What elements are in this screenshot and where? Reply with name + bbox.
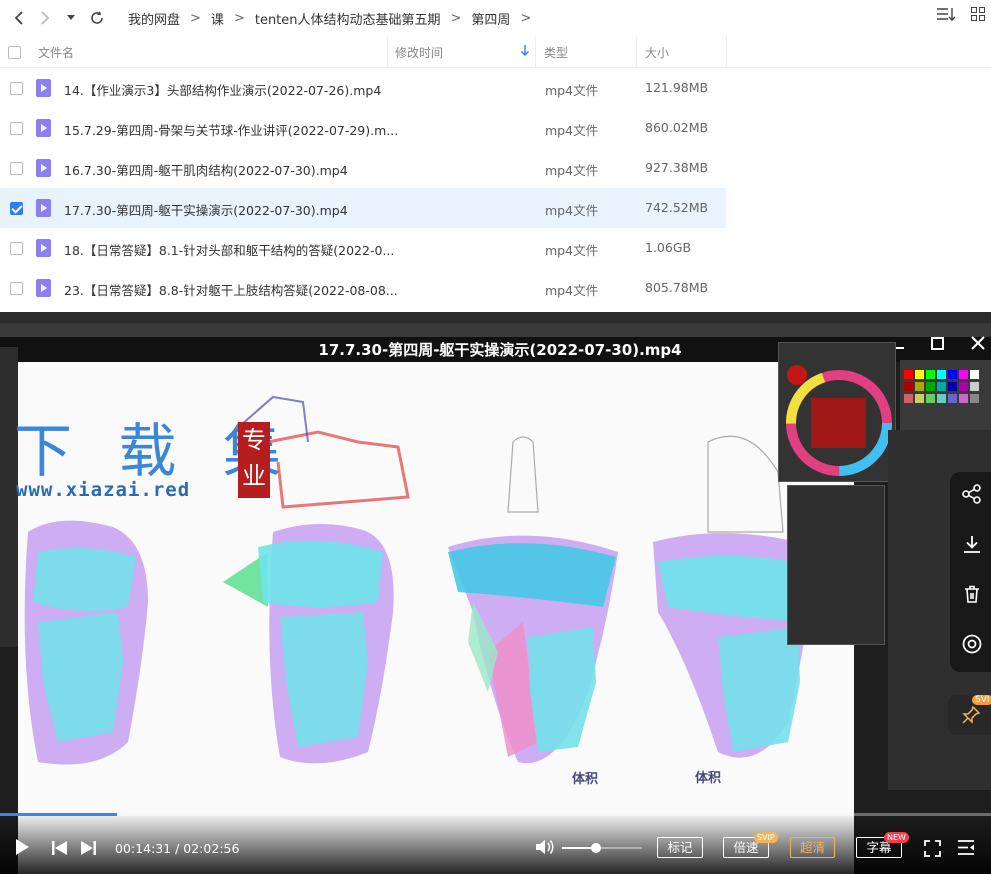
- file-list: 14.【作业演示3】头部结构作业演示(2022-07-26).mp4 mp4文件…: [0, 68, 726, 308]
- pin-icon: [962, 705, 981, 728]
- file-size: 1.06GB: [645, 240, 692, 255]
- file-type: mp4文件: [545, 203, 599, 218]
- file-name[interactable]: 15.7.29-第四周-骨架与关节球-作业讲评(2022-07-29).m...: [64, 120, 398, 139]
- video-frame-swatches: [900, 360, 991, 438]
- grid-view-icon[interactable]: [971, 7, 985, 25]
- previous-icon[interactable]: [52, 840, 68, 859]
- share-icon[interactable]: [962, 484, 982, 509]
- column-header-type[interactable]: 类型: [536, 36, 637, 68]
- svip-badge: SVIP: [754, 832, 778, 843]
- file-name[interactable]: 18.【日常答疑】8.1-针对头部和躯干结构的答疑(2022-0...: [64, 240, 394, 259]
- progress-bar[interactable]: [0, 813, 991, 816]
- file-list-header: 文件名 修改时间 类型 大小: [0, 36, 991, 68]
- file-size: 927.38MB: [645, 160, 709, 175]
- canvas-label: 体积: [572, 772, 599, 787]
- playlist-icon[interactable]: [957, 839, 975, 860]
- file-size: 742.52MB: [645, 200, 709, 215]
- file-row[interactable]: 23.【日常答疑】8.8-针对躯干上肢结构答疑(2022-08-08... mp…: [0, 268, 726, 308]
- target-icon[interactable]: [962, 634, 982, 659]
- file-row[interactable]: 15.7.29-第四周-骨架与关节球-作业讲评(2022-07-29).m...…: [0, 108, 726, 148]
- video-file-icon: [36, 279, 51, 297]
- column-header-size[interactable]: 大小: [637, 36, 727, 68]
- chevron-right-icon: >: [233, 10, 245, 26]
- chevron-right-icon: >: [450, 10, 462, 26]
- back-icon[interactable]: [6, 5, 32, 31]
- row-checkbox[interactable]: [10, 242, 23, 255]
- delete-icon[interactable]: [962, 584, 982, 609]
- file-size: 121.98MB: [645, 80, 709, 95]
- row-checkbox[interactable]: [10, 162, 23, 175]
- download-icon[interactable]: [962, 534, 982, 559]
- time-display: 00:14:31 / 02:02:56: [115, 841, 240, 856]
- file-size: 860.02MB: [645, 120, 709, 135]
- file-row[interactable]: 14.【作业演示3】头部结构作业演示(2022-07-26).mp4 mp4文件…: [0, 68, 726, 108]
- video-frame-color-wheel: [778, 342, 896, 482]
- sort-list-icon[interactable]: [937, 7, 956, 25]
- volume-slider[interactable]: [562, 843, 642, 853]
- select-all-checkbox[interactable]: [7, 45, 21, 59]
- file-type: mp4文件: [545, 163, 599, 178]
- video-file-icon: [36, 79, 51, 97]
- column-type-label: 类型: [544, 45, 569, 60]
- file-size: 805.78MB: [645, 280, 709, 295]
- video-frame-tool-presets: [787, 485, 885, 645]
- video-player[interactable]: 17.7.30-第四周-躯干实操演示(2022-07-30).mp4 下 载 集…: [0, 312, 991, 874]
- progress-fill: [0, 813, 117, 816]
- forward-icon[interactable]: [32, 5, 58, 31]
- video-frame-optionsbar: [0, 323, 991, 337]
- breadcrumb-item[interactable]: 我的网盘: [128, 9, 180, 28]
- video-file-icon: [36, 199, 51, 217]
- new-badge: NEW: [884, 832, 909, 843]
- breadcrumb-item[interactable]: tenten人体结构动态基础第五期: [255, 9, 441, 28]
- refresh-icon[interactable]: [84, 5, 110, 31]
- row-checkbox-checked[interactable]: [10, 202, 23, 215]
- row-checkbox[interactable]: [10, 282, 23, 295]
- column-header-name[interactable]: 文件名: [28, 36, 388, 68]
- file-name[interactable]: 14.【作业演示3】头部结构作业演示(2022-07-26).mp4: [64, 80, 381, 99]
- file-name[interactable]: 17.7.30-第四周-躯干实操演示(2022-07-30).mp4: [64, 200, 348, 219]
- breadcrumb-item[interactable]: 第四周: [471, 9, 510, 28]
- file-name[interactable]: 16.7.30-第四周-躯干肌肉结构(2022-07-30).mp4: [64, 160, 348, 179]
- breadcrumb-item[interactable]: 课: [211, 9, 224, 28]
- watermark-badge: 专业: [238, 422, 270, 498]
- column-size-label: 大小: [645, 45, 670, 60]
- sort-down-arrow-icon: [521, 45, 529, 59]
- row-checkbox[interactable]: [10, 122, 23, 135]
- svip-side-badge: SVI: [972, 695, 991, 705]
- file-type: mp4文件: [545, 243, 599, 258]
- canvas-label: 体积: [695, 771, 722, 786]
- video-file-icon: [36, 239, 51, 257]
- file-type: mp4文件: [545, 283, 599, 298]
- next-icon[interactable]: [80, 840, 96, 859]
- volume-knob[interactable]: [590, 843, 601, 853]
- fullscreen-icon[interactable]: [924, 840, 941, 861]
- history-dropdown-icon[interactable]: [58, 5, 84, 31]
- watermark-url: www.xiazai.red: [16, 479, 191, 501]
- file-row[interactable]: 18.【日常答疑】8.1-针对头部和躯干结构的答疑(2022-0... mp4文…: [0, 228, 726, 268]
- file-type: mp4文件: [545, 83, 599, 98]
- video-file-icon: [36, 159, 51, 177]
- side-action-bar: [950, 472, 991, 672]
- column-header-modified[interactable]: 修改时间: [388, 36, 536, 68]
- volume-icon[interactable]: [535, 838, 555, 860]
- file-name[interactable]: 23.【日常答疑】8.8-针对躯干上肢结构答疑(2022-08-08...: [64, 280, 398, 299]
- file-row[interactable]: 16.7.30-第四周-躯干肌肉结构(2022-07-30).mp4 mp4文件…: [0, 148, 726, 188]
- chevron-right-icon: >: [520, 10, 532, 26]
- play-icon[interactable]: [14, 838, 30, 860]
- breadcrumb: 我的网盘 > 课 > tenten人体结构动态基础第五期 > 第四周 >: [128, 9, 541, 28]
- column-modified-label: 修改时间: [395, 45, 444, 60]
- bookmark-button[interactable]: 标记: [657, 837, 703, 858]
- row-checkbox[interactable]: [10, 82, 23, 95]
- file-row-selected[interactable]: 17.7.30-第四周-躯干实操演示(2022-07-30).mp4 mp4文件…: [0, 188, 726, 228]
- file-type: mp4文件: [545, 123, 599, 138]
- video-file-icon: [36, 119, 51, 137]
- maximize-icon[interactable]: [931, 335, 944, 355]
- column-name-label: 文件名: [38, 45, 75, 60]
- top-navigation-bar: 我的网盘 > 课 > tenten人体结构动态基础第五期 > 第四周 >: [0, 0, 991, 36]
- quality-button[interactable]: 超清: [790, 837, 835, 858]
- video-frame-menubar: [0, 312, 991, 323]
- close-icon[interactable]: [971, 335, 985, 355]
- chevron-right-icon: >: [190, 10, 201, 26]
